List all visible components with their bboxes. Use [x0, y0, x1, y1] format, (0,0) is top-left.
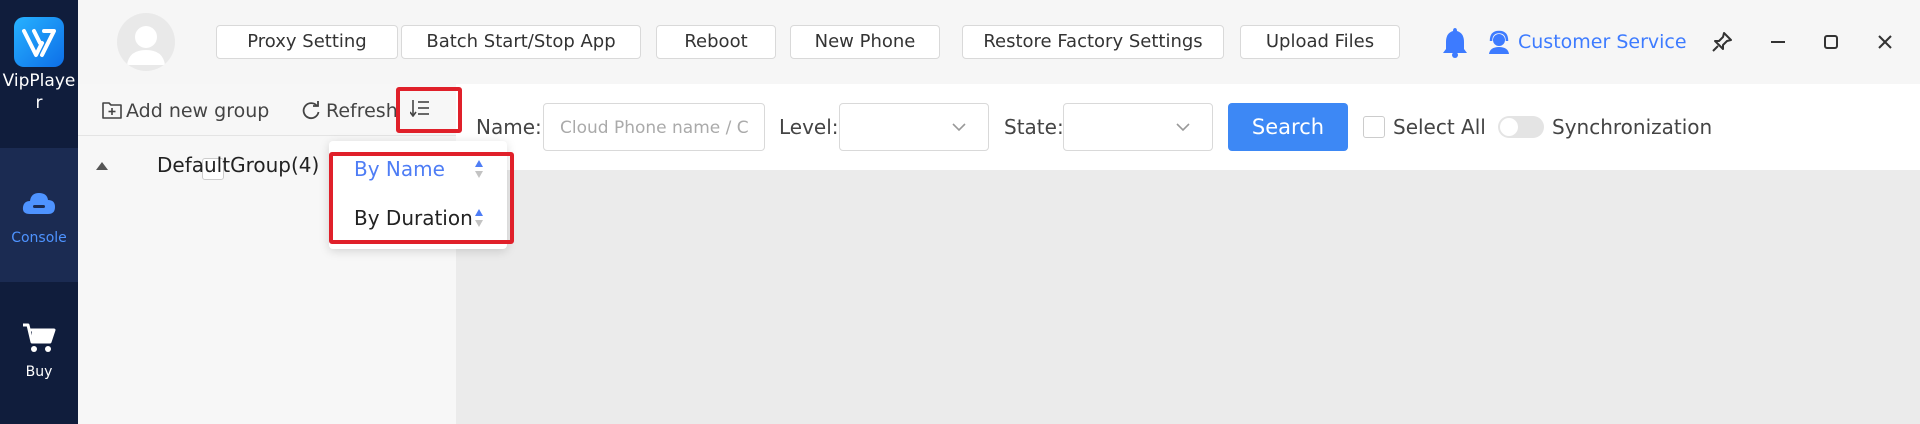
app-logo: [14, 17, 64, 67]
filter-bar: Name: Cloud Phone name / C Level: State:…: [456, 84, 1920, 170]
search-button[interactable]: Search: [1228, 103, 1348, 151]
restore-factory-button[interactable]: Restore Factory Settings: [962, 25, 1224, 59]
chevron-down-icon: [952, 123, 966, 132]
level-select[interactable]: [839, 103, 989, 151]
group-label[interactable]: DefaultGroup(4): [157, 152, 319, 178]
name-label: Name:: [476, 115, 542, 139]
nav-buy-label: Buy: [25, 364, 53, 380]
nav-console[interactable]: Console: [0, 148, 78, 282]
batch-start-stop-button[interactable]: Batch Start/Stop App: [401, 25, 641, 59]
upload-files-button[interactable]: Upload Files: [1240, 25, 1400, 59]
reboot-button[interactable]: Reboot: [656, 25, 776, 59]
name-placeholder: Cloud Phone name / C: [560, 118, 749, 138]
sidebar: VipPlayer Console Buy: [0, 0, 78, 424]
caret-up-icon[interactable]: [96, 162, 108, 170]
app-name: VipPlayer: [2, 71, 76, 113]
sort-menu-highlight: [329, 152, 514, 244]
chevron-down-icon: [1176, 123, 1190, 132]
customer-service-link[interactable]: Customer Service: [1518, 29, 1687, 55]
pin-icon[interactable]: [1710, 30, 1734, 54]
state-label: State:: [1004, 115, 1064, 139]
cloud-icon: [22, 193, 55, 214]
select-all-checkbox[interactable]: [1363, 116, 1385, 138]
sort-button-highlight: [396, 87, 462, 133]
level-label: Level:: [779, 115, 839, 139]
cart-icon: [23, 323, 56, 352]
nav-console-label: Console: [11, 230, 67, 246]
top-toolbar: Proxy Setting Batch Start/Stop App Reboo…: [78, 0, 1920, 84]
name-search-input[interactable]: Cloud Phone name / C: [543, 103, 765, 151]
select-all-label[interactable]: Select All: [1393, 114, 1486, 140]
synchronization-label: Synchronization: [1552, 115, 1713, 139]
avatar[interactable]: [117, 13, 175, 71]
add-group-button[interactable]: Add new group: [126, 98, 269, 124]
new-phone-button[interactable]: New Phone: [790, 25, 940, 59]
device-content-area: [456, 170, 1920, 424]
toggle-knob: [1500, 118, 1518, 136]
refresh-button[interactable]: Refresh: [326, 98, 398, 124]
bell-icon[interactable]: [1442, 26, 1468, 58]
folder-plus-icon[interactable]: [102, 101, 122, 119]
nav-buy[interactable]: Buy: [0, 282, 78, 424]
maximize-icon[interactable]: [1819, 30, 1843, 54]
close-icon[interactable]: [1873, 30, 1897, 54]
app-window: VipPlayer Console Buy Proxy Setting Batc…: [0, 0, 1920, 424]
group-panel: Add new group Refresh DefaultGroup(4): [78, 84, 456, 424]
minimize-icon[interactable]: [1766, 30, 1790, 54]
synchronization-toggle[interactable]: [1498, 116, 1544, 138]
headset-icon: [1489, 30, 1509, 54]
refresh-icon[interactable]: [301, 101, 321, 121]
state-select[interactable]: [1063, 103, 1213, 151]
proxy-setting-button[interactable]: Proxy Setting: [216, 25, 398, 59]
